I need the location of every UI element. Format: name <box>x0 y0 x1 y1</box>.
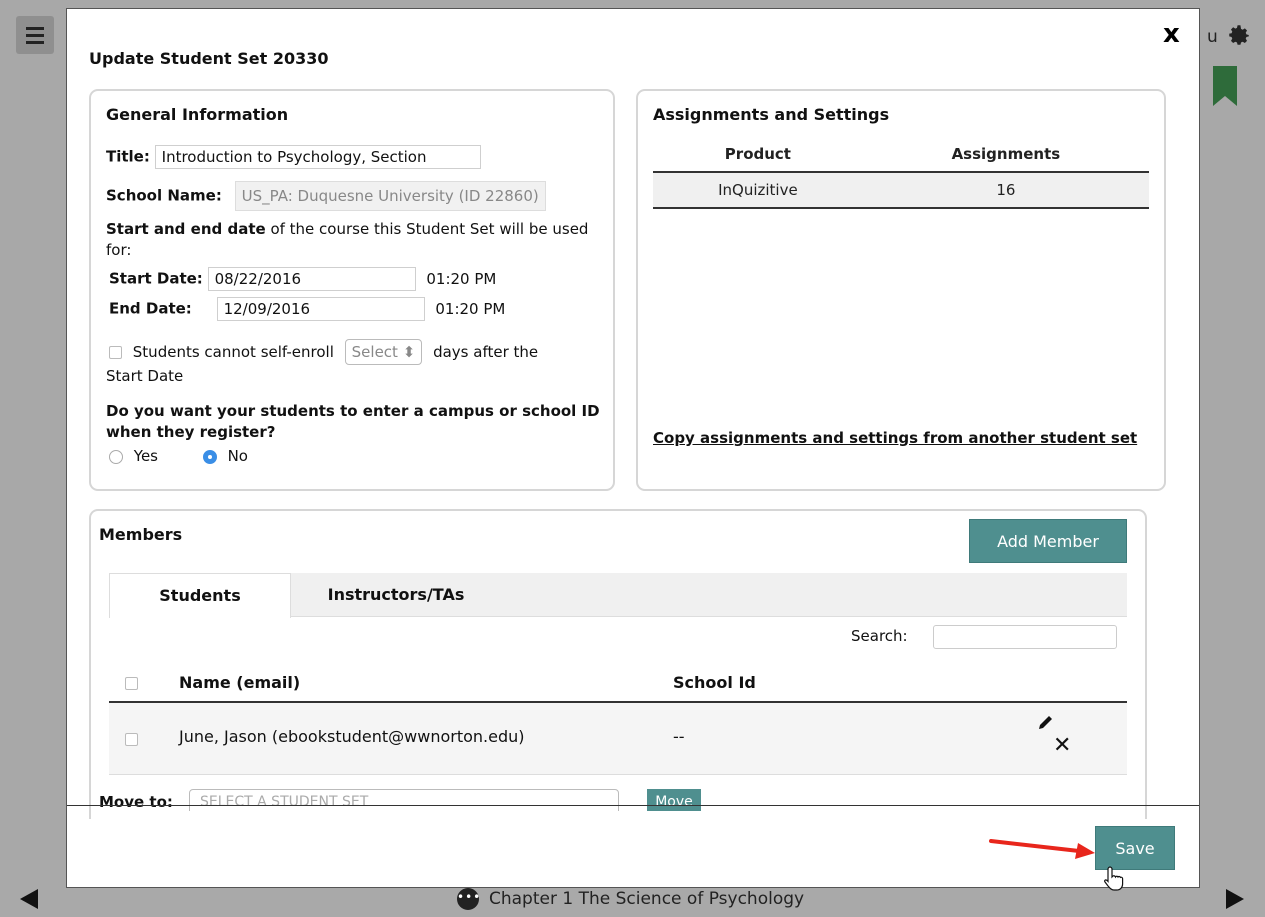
search-input[interactable] <box>933 625 1117 649</box>
title-input[interactable]: Introduction to Psychology, Section <box>154 145 481 169</box>
title-label: Title: <box>106 147 150 166</box>
table-row[interactable]: InQuizitive 16 <box>653 172 1149 209</box>
previous-page-icon[interactable] <box>20 889 38 909</box>
campus-id-no-label: No <box>227 447 248 465</box>
start-date-input[interactable]: 08/22/2016 <box>207 267 416 291</box>
self-enroll-label: Students cannot self-enroll <box>132 342 334 361</box>
row-checkbox[interactable] <box>125 733 138 746</box>
campus-id-question: Do you want your students to enter a cam… <box>106 402 600 441</box>
end-date-input[interactable]: 12/09/2016 <box>216 297 425 321</box>
end-date-label: End Date: <box>109 299 192 318</box>
tab-instructors[interactable]: Instructors/TAs <box>291 573 501 617</box>
start-date-label: Start Date: <box>109 269 203 288</box>
end-time[interactable]: 01:20 PM <box>435 300 505 318</box>
school-name-label: School Name: <box>106 186 222 205</box>
gear-icon[interactable] <box>1226 22 1252 48</box>
assignments-column-header: Assignments <box>862 141 1149 173</box>
assignments-settings-panel: Assignments and Settings Product Assignm… <box>636 89 1166 491</box>
member-tabs: Students Instructors/TAs <box>109 573 1127 618</box>
delete-icon[interactable]: ✕ <box>1053 733 1071 758</box>
annotation-arrow-icon <box>989 839 1095 859</box>
assignments-table: Product Assignments InQuizitive 16 <box>653 141 1149 209</box>
assignments-count-cell: 16 <box>862 172 1149 209</box>
tab-students[interactable]: Students <box>109 573 291 618</box>
members-panel: Members Add Member Students Instructors/… <box>89 509 1147 819</box>
school-id-column-header[interactable]: School Id <box>673 673 756 692</box>
move-to-label: Move to: <box>99 793 173 811</box>
self-enroll-checkbox[interactable] <box>109 345 122 359</box>
update-student-set-dialog: Update Student Set 20330 x General Infor… <box>66 8 1200 891</box>
select-arrows-icon: ⬍ <box>402 343 416 361</box>
campus-id-no-radio[interactable] <box>202 449 217 464</box>
assignments-settings-heading: Assignments and Settings <box>653 105 890 124</box>
dates-intro: Start and end date of the course this St… <box>106 219 596 261</box>
add-member-button[interactable]: Add Member <box>969 519 1127 563</box>
campus-id-yes-label: Yes <box>133 447 158 465</box>
product-column-header: Product <box>653 141 863 173</box>
dialog-title: Update Student Set 20330 <box>89 49 329 68</box>
campus-id-yes-radio[interactable] <box>109 449 123 464</box>
user-name-partial[interactable]: u <box>1207 27 1218 47</box>
start-time[interactable]: 01:20 PM <box>426 270 496 288</box>
edit-pencil-icon[interactable] <box>1037 713 1055 731</box>
footer-divider <box>67 805 1199 806</box>
close-icon[interactable]: x <box>1163 21 1180 47</box>
select-all-checkbox[interactable] <box>125 677 138 690</box>
general-information-panel: General Information Title: Introduction … <box>89 89 615 491</box>
search-label: Search: <box>851 627 908 645</box>
copy-assignments-link[interactable]: Copy assignments and settings from anoth… <box>653 427 1143 449</box>
product-cell: InQuizitive <box>653 172 863 209</box>
chapter-title: Chapter 1 The Science of Psychology <box>489 889 805 909</box>
self-enroll-after-label-2: Start Date <box>106 367 184 385</box>
general-information-heading: General Information <box>106 105 289 124</box>
members-heading: Members <box>99 525 183 544</box>
members-table-header: Name (email) School Id <box>109 659 1127 703</box>
member-school-id: -- <box>673 727 685 746</box>
dates-intro-bold: Start and end date <box>106 220 266 238</box>
hand-cursor-icon <box>1104 866 1124 891</box>
self-enroll-select-value: Select <box>351 343 398 361</box>
name-column-header[interactable]: Name (email) <box>179 673 300 692</box>
chapter-indicator[interactable]: ••• Chapter 1 The Science of Psychology <box>457 888 804 910</box>
member-name-email: June, Jason (ebookstudent@wwnorton.edu) <box>179 727 525 746</box>
table-row[interactable]: June, Jason (ebookstudent@wwnorton.edu) … <box>109 703 1127 775</box>
move-to-select[interactable]: SELECT A STUDENT SET <box>189 789 619 811</box>
save-button[interactable]: Save <box>1095 826 1175 870</box>
move-to-row: Move to: SELECT A STUDENT SET Move <box>99 789 719 811</box>
hamburger-menu-icon[interactable] <box>16 16 54 54</box>
self-enroll-after-label: days after the <box>433 342 539 361</box>
move-button[interactable]: Move <box>647 789 701 811</box>
next-page-icon[interactable] <box>1226 889 1244 909</box>
school-name-field: US_PA: Duquesne University (ID 22860) <box>234 181 546 211</box>
self-enroll-days-select[interactable]: Select ⬍ <box>344 339 423 365</box>
more-dots-icon[interactable]: ••• <box>457 888 480 910</box>
bookmark-icon[interactable] <box>1213 66 1237 106</box>
